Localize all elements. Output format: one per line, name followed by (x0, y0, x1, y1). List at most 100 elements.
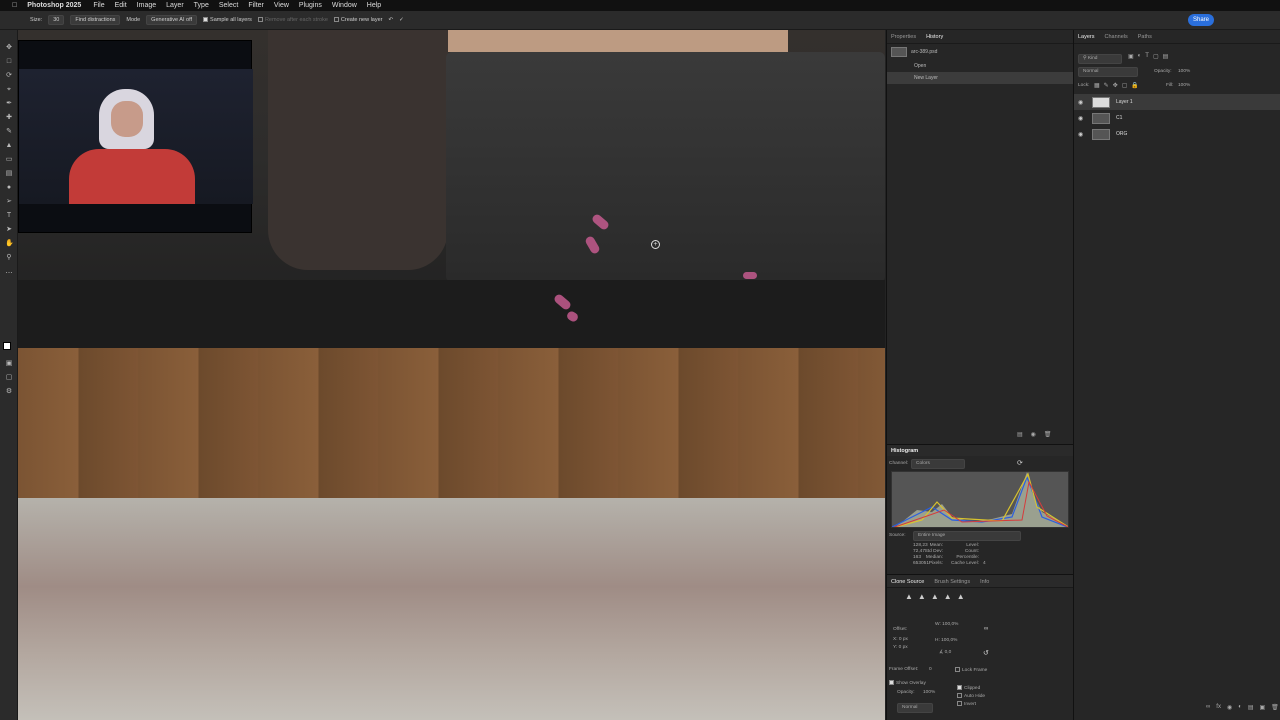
visibility-eye-icon[interactable]: ◉ (1078, 99, 1086, 106)
reset-transform-icon[interactable]: ↺ (983, 649, 989, 657)
visibility-eye-icon[interactable]: ◉ (1078, 115, 1086, 122)
lock-paint-icon[interactable]: ✎ (1104, 82, 1109, 89)
visibility-eye-icon[interactable]: ◉ (1078, 131, 1086, 138)
menu-file[interactable]: File (93, 2, 104, 9)
offset-x[interactable]: X: 0 px (893, 637, 908, 643)
shape-filter-icon[interactable]: ▢ (1153, 53, 1159, 60)
frame-offset-field[interactable]: 0 (929, 667, 932, 673)
trash-icon[interactable]: 🗑 (1271, 704, 1279, 711)
blur-tool-icon[interactable]: ● (5, 184, 13, 192)
source-select[interactable]: Entire Image (913, 531, 1021, 541)
menu-layer[interactable]: Layer (166, 2, 184, 9)
edit-toolbar-icon[interactable]: ⚙ (5, 388, 13, 396)
lock-artboard-icon[interactable]: ▢ (1122, 82, 1128, 89)
undo-icon[interactable]: ↶ (389, 17, 394, 23)
rotation-field[interactable]: ∡ 0,0 (939, 650, 951, 656)
group-icon[interactable]: ▤ (1248, 704, 1254, 711)
find-distractions-button[interactable]: Find distractions (70, 15, 121, 25)
menu-help[interactable]: Help (367, 2, 381, 9)
apple-icon[interactable]:  (12, 2, 17, 9)
remove-after-stroke-checkbox[interactable]: Remove after each stroke (257, 17, 328, 23)
tab-info[interactable]: Info (980, 579, 989, 585)
link-layers-icon[interactable]: ∞ (1206, 704, 1210, 711)
history-item-new-layer[interactable]: New Layer (887, 72, 1073, 84)
overlay-blend-select[interactable]: Normal (897, 703, 933, 713)
layer-row-c1[interactable]: ◉ C1 (1074, 110, 1280, 126)
smart-filter-icon[interactable]: ▤ (1163, 53, 1169, 60)
tab-properties[interactable]: Properties (891, 34, 916, 40)
invert-checkbox[interactable]: Invert (957, 701, 976, 708)
menu-image[interactable]: Image (137, 2, 156, 9)
layer-row-layer-1[interactable]: ◉ Layer 1 (1074, 94, 1280, 110)
eyedropper-tool-icon[interactable]: ✒ (5, 100, 13, 108)
tab-history[interactable]: History (926, 34, 943, 40)
opacity-field[interactable]: 100% (1178, 69, 1190, 75)
link-icon[interactable]: ∞ (984, 626, 988, 632)
offset-y[interactable]: Y: 0 px (893, 645, 908, 651)
height-scale-field[interactable]: H: 100,0% (935, 638, 957, 644)
lock-position-icon[interactable]: ✥ (1113, 82, 1118, 89)
width-scale-field[interactable]: W: 100,0% (935, 622, 958, 628)
menu-window[interactable]: Window (332, 2, 357, 9)
new-layer-icon[interactable]: ▣ (1260, 704, 1266, 711)
marquee-tool-icon[interactable]: □ (5, 58, 13, 66)
app-name[interactable]: Photoshop 2025 (27, 2, 81, 9)
clone-source-stamp-icon[interactable]: ▲ (905, 592, 913, 601)
document-canvas[interactable]: + (18, 30, 885, 720)
clone-source-stamp-icon[interactable]: ▲ (918, 592, 926, 601)
layer-filter-kind[interactable]: ⚲ Kind (1078, 54, 1122, 64)
mask-icon[interactable]: ◉ (1227, 704, 1232, 711)
pixel-filter-icon[interactable]: ▣ (1128, 53, 1134, 60)
tab-channels[interactable]: Channels (1105, 34, 1128, 40)
tab-layers[interactable]: Layers (1078, 34, 1095, 40)
lasso-tool-icon[interactable]: ⟳ (5, 72, 13, 80)
menu-select[interactable]: Select (219, 2, 238, 9)
tab-clone-source[interactable]: Clone Source (891, 579, 924, 585)
refresh-icon[interactable]: ⟳ (1017, 459, 1023, 467)
type-filter-icon[interactable]: T (1145, 53, 1149, 60)
commit-check-icon[interactable]: ✓ (399, 17, 404, 23)
new-document-icon[interactable]: ▤ (1017, 431, 1023, 438)
gradient-tool-icon[interactable]: ▤ (5, 170, 13, 178)
menu-view[interactable]: View (274, 2, 289, 9)
tab-paths[interactable]: Paths (1138, 34, 1152, 40)
lock-frame-checkbox[interactable]: Lock Frame (955, 667, 987, 674)
clone-source-stamp-icon[interactable]: ▲ (944, 592, 952, 601)
pen-tool-icon[interactable]: ➢ (5, 198, 13, 206)
menu-plugins[interactable]: Plugins (299, 2, 322, 9)
lock-pixels-icon[interactable]: ▦ (1094, 82, 1100, 89)
fill-field[interactable]: 100% (1178, 83, 1190, 89)
screen-mode-icon[interactable]: ▢ (5, 374, 13, 382)
clone-source-stamp-icon[interactable]: ▲ (957, 592, 965, 601)
snapshot-camera-icon[interactable]: ◉ (1031, 431, 1036, 438)
path-select-tool-icon[interactable]: ➤ (5, 226, 13, 234)
history-item-open[interactable]: Open (887, 60, 1073, 72)
menu-filter[interactable]: Filter (248, 2, 264, 9)
brush-size-field[interactable]: 30 (48, 15, 65, 25)
quick-mask-icon[interactable]: ▣ (5, 360, 13, 368)
foreground-color-swatch[interactable] (3, 342, 11, 350)
eraser-tool-icon[interactable]: ▭ (5, 156, 13, 164)
crop-tool-icon[interactable]: ⌖ (5, 86, 13, 94)
share-button[interactable]: Share (1188, 14, 1214, 26)
fx-icon[interactable]: fx (1216, 704, 1221, 711)
brush-tool-icon[interactable]: ✎ (5, 128, 13, 136)
adjust-filter-icon[interactable]: ◐ (1138, 53, 1142, 60)
tab-brush-settings[interactable]: Brush Settings (934, 579, 970, 585)
menu-type[interactable]: Type (194, 2, 209, 9)
clipped-checkbox[interactable]: Clipped (957, 685, 980, 692)
clone-source-stamp-icon[interactable]: ▲ (931, 592, 939, 601)
delete-icon[interactable]: 🗑 (1044, 431, 1052, 438)
sample-all-layers-checkbox[interactable]: Sample all layers (203, 17, 252, 23)
history-snapshot[interactable]: arc-389.psd (887, 44, 1073, 60)
layer-row-org[interactable]: ◉ ORG (1074, 126, 1280, 142)
auto-hide-checkbox[interactable]: Auto Hide (957, 693, 985, 700)
blend-mode-select[interactable]: Normal (1078, 67, 1138, 77)
type-tool-icon[interactable]: T (5, 212, 13, 220)
mode-select[interactable]: Generative AI off (146, 15, 198, 25)
adjustment-icon[interactable]: ◐ (1238, 704, 1242, 711)
more-tools-icon[interactable]: ⋯ (5, 270, 13, 278)
zoom-tool-icon[interactable]: ⚲ (5, 254, 13, 262)
move-tool-icon[interactable]: ✥ (5, 44, 13, 52)
stamp-tool-icon[interactable]: ▲ (5, 142, 13, 150)
